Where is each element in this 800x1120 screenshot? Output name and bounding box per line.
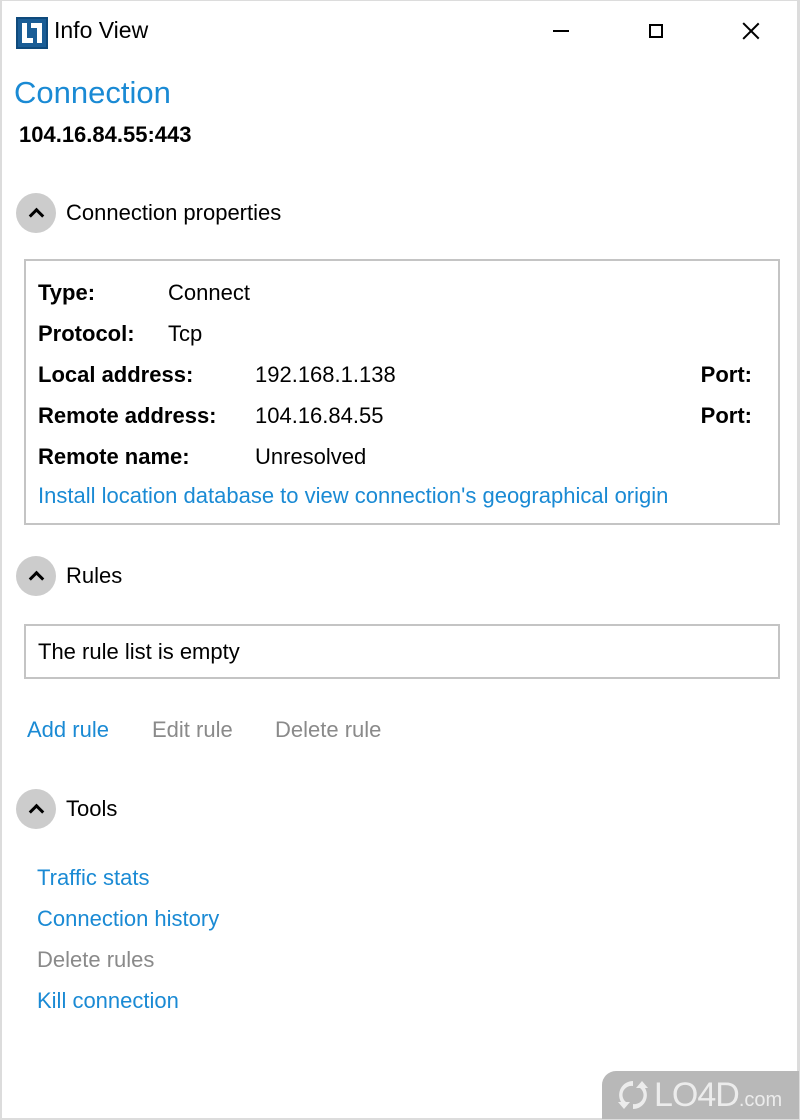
chevron-up-icon bbox=[28, 570, 44, 587]
section-header-rules[interactable]: Rules bbox=[16, 556, 122, 596]
kill-connection-link[interactable]: Kill connection bbox=[37, 988, 179, 1014]
property-row-type: Type: Connect bbox=[38, 280, 752, 310]
property-value: 192.168.1.138 bbox=[255, 362, 396, 387]
section-header-connection-properties[interactable]: Connection properties bbox=[16, 193, 281, 233]
property-label: Remote name: bbox=[38, 444, 190, 469]
section-header-tools[interactable]: Tools bbox=[16, 789, 117, 829]
traffic-stats-link[interactable]: Traffic stats bbox=[37, 865, 149, 891]
info-view-window: Info View Connection 104.16.84.55:443 Co… bbox=[0, 0, 800, 1120]
property-row-local-address: Local address: 192.168.1.138 Port: bbox=[38, 362, 752, 392]
connection-properties-panel: Type: Connect Protocol: Tcp Local addres… bbox=[24, 259, 780, 525]
app-logo-icon bbox=[16, 17, 48, 49]
watermark-text: LO4D.com bbox=[654, 1075, 783, 1114]
property-label: Remote address: bbox=[38, 403, 217, 428]
edit-rule-link[interactable]: Edit rule bbox=[152, 717, 233, 743]
minimize-button[interactable] bbox=[538, 11, 584, 51]
property-value: Connect bbox=[168, 280, 250, 305]
delete-rules-link[interactable]: Delete rules bbox=[37, 947, 154, 973]
maximize-button[interactable] bbox=[633, 11, 679, 51]
chevron-up-icon bbox=[28, 207, 44, 224]
lo4d-watermark: LO4D.com bbox=[602, 1071, 799, 1119]
collapse-button[interactable] bbox=[16, 556, 56, 596]
property-value: Unresolved bbox=[255, 444, 367, 469]
property-value: 104.16.84.55 bbox=[255, 403, 384, 428]
close-icon bbox=[742, 22, 760, 40]
property-label: Protocol: bbox=[38, 321, 135, 346]
property-row-remote-name: Remote name: Unresolved bbox=[38, 444, 752, 474]
window-title: Info View bbox=[54, 17, 149, 43]
port-label: Port: bbox=[700, 362, 752, 387]
property-label: Type: bbox=[38, 280, 96, 305]
delete-rule-link[interactable]: Delete rule bbox=[275, 717, 381, 743]
close-button[interactable] bbox=[728, 11, 774, 51]
page-title: Connection bbox=[14, 75, 171, 110]
empty-rule-list-text: The rule list is empty bbox=[38, 639, 240, 664]
install-location-database-link[interactable]: Install location database to view connec… bbox=[38, 483, 668, 509]
connection-history-link[interactable]: Connection history bbox=[37, 906, 219, 932]
collapse-button[interactable] bbox=[16, 789, 56, 829]
chevron-up-icon bbox=[28, 803, 44, 820]
port-label: Port: bbox=[700, 403, 752, 428]
property-value: Tcp bbox=[168, 321, 203, 346]
property-row-remote-address: Remote address: 104.16.84.55 Port: bbox=[38, 403, 752, 433]
rule-list[interactable]: The rule list is empty bbox=[24, 624, 780, 679]
add-rule-link[interactable]: Add rule bbox=[27, 717, 109, 743]
section-title: Rules bbox=[66, 563, 123, 588]
title-bar[interactable]: Info View bbox=[2, 1, 797, 63]
collapse-button[interactable] bbox=[16, 193, 56, 233]
section-title: Connection properties bbox=[66, 200, 282, 225]
property-row-protocol: Protocol: Tcp bbox=[38, 321, 752, 351]
connection-address: 104.16.84.55:443 bbox=[19, 122, 192, 147]
maximize-icon bbox=[649, 24, 663, 38]
property-label: Local address: bbox=[38, 362, 194, 387]
minimize-icon bbox=[553, 30, 569, 32]
section-title: Tools bbox=[66, 796, 118, 821]
lo4d-logo-icon bbox=[616, 1078, 650, 1112]
